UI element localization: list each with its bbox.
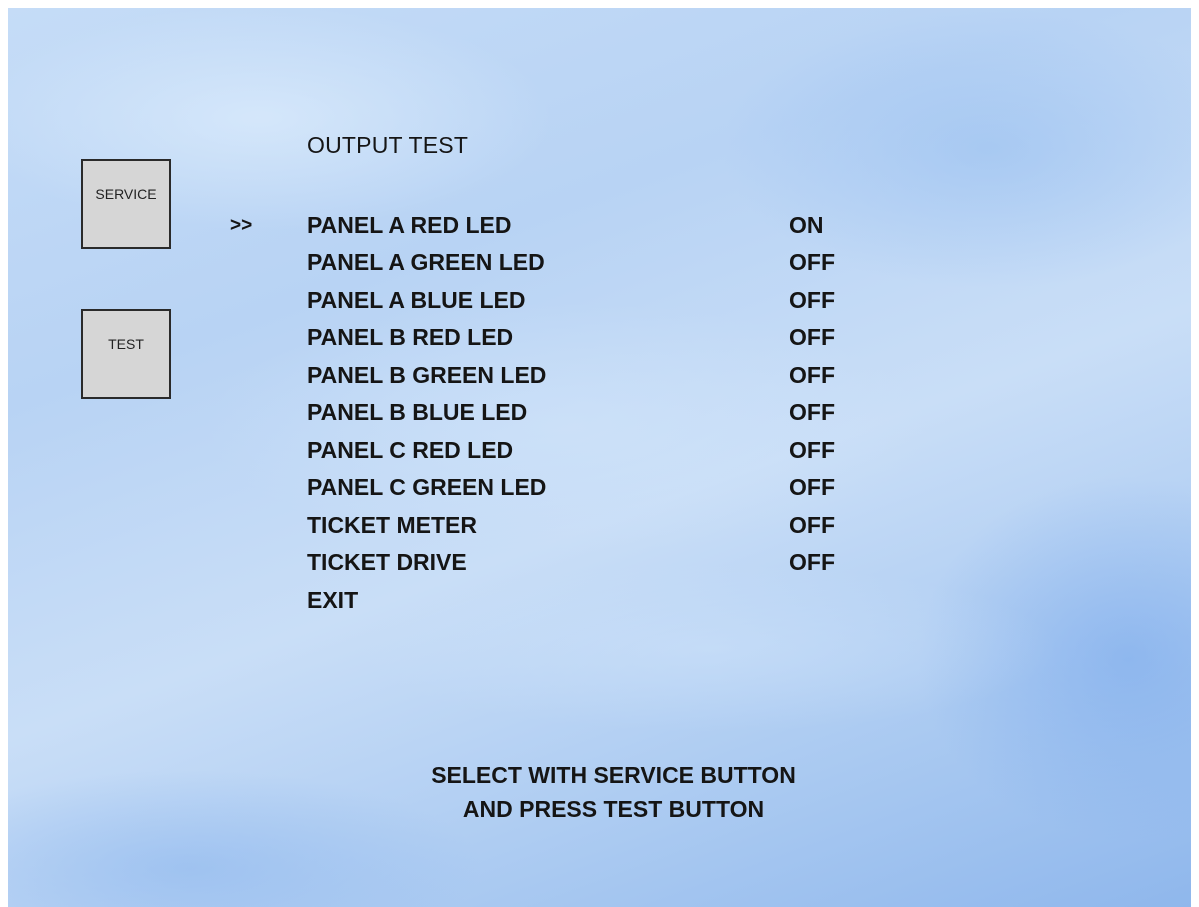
output-test-screen: SERVICE TEST OUTPUT TEST >> PANEL A RED … (8, 8, 1191, 907)
menu-item-panel-c-green-led[interactable]: PANEL C GREEN LED OFF (307, 474, 867, 504)
menu-item-status: OFF (789, 549, 835, 575)
menu-item-status: OFF (789, 287, 835, 313)
menu-item-label: PANEL B BLUE LED (307, 399, 528, 425)
menu-item-panel-a-green-led[interactable]: PANEL A GREEN LED OFF (307, 249, 867, 279)
menu-item-status: OFF (789, 512, 835, 538)
service-button[interactable]: SERVICE (81, 159, 171, 249)
menu-item-status: ON (789, 212, 824, 238)
menu-item-exit[interactable]: EXIT (307, 587, 867, 617)
page-title: OUTPUT TEST (307, 132, 469, 158)
menu-item-label: PANEL C GREEN LED (307, 474, 547, 500)
menu-item-label: EXIT (307, 587, 359, 613)
menu-item-ticket-drive[interactable]: TICKET DRIVE OFF (307, 549, 867, 579)
test-button[interactable]: TEST (81, 309, 171, 399)
menu-item-status: OFF (789, 249, 835, 275)
menu-item-label: TICKET METER (307, 512, 477, 538)
menu-item-ticket-meter[interactable]: TICKET METER OFF (307, 512, 867, 542)
menu-item-panel-b-green-led[interactable]: PANEL B GREEN LED OFF (307, 362, 867, 392)
selection-cursor: >> (230, 215, 253, 236)
menu-item-panel-a-blue-led[interactable]: PANEL A BLUE LED OFF (307, 287, 867, 317)
menu-item-status: OFF (789, 474, 835, 500)
test-button-label: TEST (108, 336, 144, 352)
menu-item-label: PANEL A RED LED (307, 212, 512, 238)
menu-item-label: PANEL C RED LED (307, 437, 514, 463)
menu-item-label: PANEL A BLUE LED (307, 287, 526, 313)
menu-item-status: OFF (789, 399, 835, 425)
instructions-line-1: SELECT WITH SERVICE BUTTON (431, 762, 796, 788)
menu-item-panel-b-red-led[interactable]: PANEL B RED LED OFF (307, 324, 867, 354)
menu-item-status: OFF (789, 324, 835, 350)
menu-item-label: TICKET DRIVE (307, 549, 467, 575)
menu-item-panel-b-blue-led[interactable]: PANEL B BLUE LED OFF (307, 399, 867, 429)
menu-item-label: PANEL B RED LED (307, 324, 514, 350)
menu-item-panel-c-red-led[interactable]: PANEL C RED LED OFF (307, 437, 867, 467)
menu-item-label: PANEL A GREEN LED (307, 249, 545, 275)
instructions: SELECT WITH SERVICE BUTTON AND PRESS TES… (8, 758, 1191, 826)
menu-item-status: OFF (789, 437, 835, 463)
menu-item-status: OFF (789, 362, 835, 388)
menu-item-panel-a-red-led[interactable]: PANEL A RED LED ON (307, 212, 867, 242)
instructions-line-2: AND PRESS TEST BUTTON (462, 796, 765, 822)
service-button-label: SERVICE (95, 186, 157, 202)
menu-item-label: PANEL B GREEN LED (307, 362, 547, 388)
